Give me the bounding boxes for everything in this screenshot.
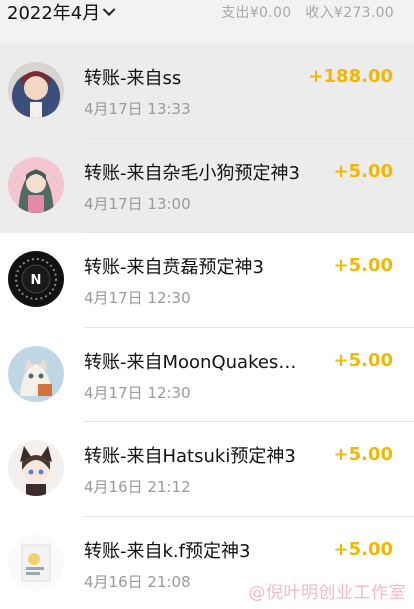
transaction-amount: +5.00 — [333, 538, 394, 560]
watermark: @倪叶明创业工作室 — [248, 583, 406, 603]
transaction-amount: +5.00 — [333, 444, 394, 465]
transaction-title: 转账-来自k.f预定神3 — [84, 540, 251, 562]
speedometer-avatar: N — [8, 251, 64, 307]
expense-total: 支出¥0.00 — [221, 5, 292, 21]
transaction-amount: +5.00 — [333, 255, 394, 276]
transaction-time: 4月16日 21:12 — [84, 478, 191, 496]
chevron-down-icon — [102, 2, 116, 16]
transaction-amount: +188.00 — [308, 66, 393, 87]
transaction-amount: +5.00 — [333, 160, 394, 182]
transaction-time: 4月17日 13:00 — [84, 194, 191, 213]
transaction-time: 4月17日 13:33 — [84, 100, 191, 118]
income-total: 收入¥273.00 — [305, 5, 394, 21]
transaction-time: 4月17日 12:30 — [84, 289, 191, 307]
anime-girl-avatar — [8, 156, 64, 213]
monthly-totals: 支出¥0.00 收入¥273.00 — [221, 2, 394, 22]
transaction-title: 转账-来自Hatsuki预定神3 — [84, 446, 296, 467]
transaction-amount: +5.00 — [333, 349, 394, 371]
transaction-title: 转账-来自ss — [84, 68, 182, 89]
transaction-row[interactable]: 转账-来自Hatsuki预定神3 4月16日 21:12 +5.00 — [0, 422, 414, 517]
transaction-row[interactable]: 转账-来自MoonQuakes预定神3 4月17日 12:30 +5.00 — [0, 328, 414, 422]
transaction-title: 转账-来自MoonQuakes预定神3 — [84, 351, 314, 373]
transaction-title: 转账-来自杂毛小狗预定神3 — [84, 162, 300, 184]
transaction-list: 转账-来自ss 4月17日 13:33 +188.00 转账-来自杂毛小狗预定神… — [0, 44, 414, 609]
svg-text:N: N — [31, 273, 42, 288]
transaction-time: 4月16日 21:08 — [84, 572, 191, 591]
month-header: 2022年4月 支出¥0.00 收入¥273.00 — [0, 0, 414, 44]
transaction-row[interactable]: 转账-来自杂毛小狗预定神3 4月17日 13:00 +5.00 — [0, 138, 414, 233]
transaction-row[interactable]: N 转账-来自贲磊预定神3 4月17日 12:30 +5.00 — [0, 233, 414, 328]
portrait-avatar — [8, 62, 64, 118]
sticker-avatar — [8, 534, 64, 591]
cat-avatar — [8, 345, 64, 402]
transaction-time: 4月17日 12:30 — [84, 383, 191, 402]
month-selector[interactable]: 2022年4月 — [7, 0, 116, 24]
transaction-row[interactable]: 转账-来自ss 4月17日 13:33 +188.00 — [0, 44, 414, 139]
transaction-title: 转账-来自贲磊预定神3 — [84, 257, 264, 278]
fox-girl-avatar — [8, 440, 64, 496]
month-label: 2022年4月 — [7, 3, 101, 24]
